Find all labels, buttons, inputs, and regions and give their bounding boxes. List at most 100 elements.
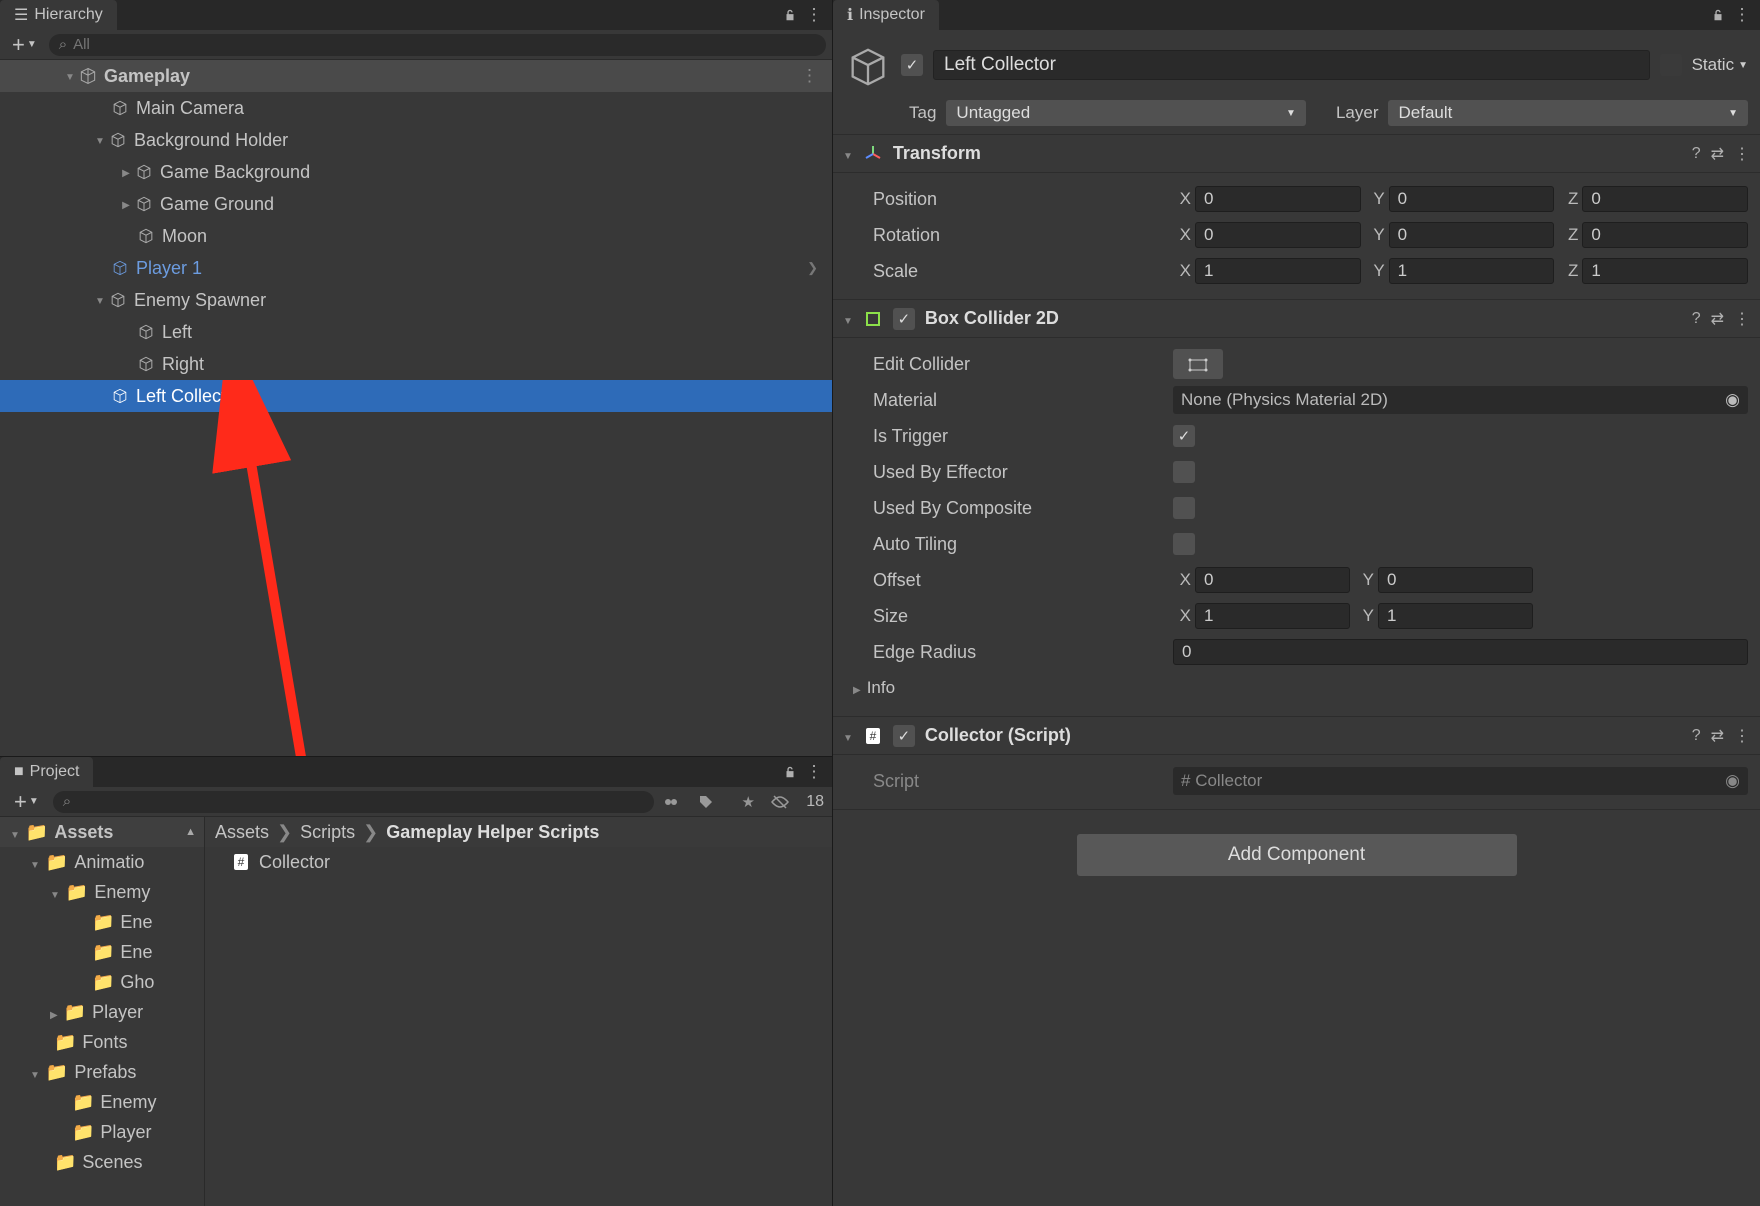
folder-row[interactable]: 📁Fonts <box>0 1027 204 1057</box>
folder-row[interactable]: 📁Player <box>0 1117 204 1147</box>
folder-row[interactable]: 📁Enemy <box>0 1087 204 1117</box>
folder-row[interactable]: 📁Ene <box>0 907 204 937</box>
boxcollider-enabled[interactable]: ✓ <box>893 308 915 330</box>
help-icon[interactable]: ? <box>1692 727 1701 745</box>
foldout-icon[interactable] <box>50 882 60 903</box>
used-by-effector-checkbox[interactable] <box>1173 461 1195 483</box>
foldout-icon[interactable] <box>843 726 853 746</box>
size-x-field[interactable]: 1 <box>1195 603 1350 629</box>
kebab-icon[interactable]: ⋮ <box>1734 309 1750 329</box>
foldout-icon[interactable] <box>30 1062 40 1083</box>
auto-tiling-checkbox[interactable] <box>1173 533 1195 555</box>
label-icon[interactable] <box>698 794 726 810</box>
foldout-icon[interactable] <box>118 197 134 211</box>
static-checkbox[interactable] <box>1660 54 1682 76</box>
kebab-icon[interactable]: ⋮ <box>1734 144 1750 164</box>
unlock-icon[interactable] <box>778 0 802 30</box>
unlock-icon[interactable] <box>1706 0 1730 30</box>
tag-dropdown[interactable]: Untagged▼ <box>946 100 1306 126</box>
scale-x-field[interactable]: 1 <box>1195 258 1361 284</box>
hierarchy-search[interactable]: ⌕ <box>49 34 826 56</box>
foldout-icon[interactable] <box>10 822 20 843</box>
inspector-tab[interactable]: ℹ Inspector <box>833 0 939 30</box>
boxcollider-header[interactable]: ✓ Box Collider 2D ?⇄⋮ <box>833 300 1760 338</box>
is-trigger-checkbox[interactable]: ✓ <box>1173 425 1195 447</box>
scale-z-field[interactable]: 1 <box>1582 258 1748 284</box>
create-button[interactable]: +▼ <box>6 32 43 58</box>
help-icon[interactable]: ? <box>1692 310 1701 328</box>
tree-item-ground[interactable]: Game Ground <box>0 188 832 220</box>
pos-x-field[interactable]: 0 <box>1195 186 1361 212</box>
folder-row[interactable]: 📁Player <box>0 997 204 1027</box>
tree-item-camera[interactable]: Main Camera <box>0 92 832 124</box>
layer-dropdown[interactable]: Default▼ <box>1388 100 1748 126</box>
add-component-button[interactable]: Add Component <box>1077 834 1517 876</box>
used-by-composite-checkbox[interactable] <box>1173 497 1195 519</box>
tree-item-player[interactable]: Player 1 ❯ <box>0 252 832 284</box>
rot-x-field[interactable]: 0 <box>1195 222 1361 248</box>
folder-row[interactable]: 📁Scenes <box>0 1147 204 1177</box>
foldout-icon[interactable] <box>118 165 134 179</box>
tree-item-spawner[interactable]: Enemy Spawner <box>0 284 832 316</box>
kebab-icon[interactable]: ⋮ <box>1734 726 1750 746</box>
tree-item-bgholder[interactable]: Background Holder <box>0 124 832 156</box>
collector-header[interactable]: # ✓ Collector (Script) ?⇄⋮ <box>833 717 1760 755</box>
foldout-icon[interactable] <box>50 1002 58 1023</box>
folder-row[interactable]: 📁Ene <box>0 937 204 967</box>
rot-z-field[interactable]: 0 <box>1582 222 1748 248</box>
pos-z-field[interactable]: 0 <box>1582 186 1748 212</box>
chevron-down-icon[interactable]: ▼ <box>1738 60 1748 71</box>
edit-collider-button[interactable] <box>1173 349 1223 379</box>
offset-x-field[interactable]: 0 <box>1195 567 1350 593</box>
kebab-icon[interactable]: ⋮ <box>801 66 818 86</box>
hidden-icon[interactable] <box>770 794 798 810</box>
kebab-icon[interactable]: ⋮ <box>1730 0 1754 30</box>
folder-row[interactable]: 📁Enemy <box>0 877 204 907</box>
star-icon[interactable]: ★ <box>734 793 762 811</box>
object-picker-icon[interactable]: ◉ <box>1725 390 1740 410</box>
preset-icon[interactable]: ⇄ <box>1711 726 1724 746</box>
pos-y-field[interactable]: 0 <box>1389 186 1555 212</box>
size-y-field[interactable]: 1 <box>1378 603 1533 629</box>
scale-y-field[interactable]: 1 <box>1389 258 1555 284</box>
tree-item-leftcollector[interactable]: Left Collector <box>0 380 832 412</box>
help-icon[interactable]: ? <box>1692 145 1701 163</box>
project-search[interactable]: ⌕ <box>53 791 654 813</box>
rot-y-field[interactable]: 0 <box>1389 222 1555 248</box>
unlock-icon[interactable] <box>778 757 802 787</box>
hierarchy-tab[interactable]: ☰ Hierarchy <box>0 0 117 30</box>
scene-row[interactable]: Gameplay ⋮ <box>0 60 832 92</box>
folder-row[interactable]: 📁Animatio <box>0 847 204 877</box>
asset-item-collector[interactable]: # Collector <box>205 847 832 877</box>
project-tab[interactable]: ■ Project <box>0 757 93 787</box>
info-row[interactable]: Info <box>873 670 1748 706</box>
folder-row[interactable]: 📁Gho <box>0 967 204 997</box>
foldout-icon[interactable] <box>92 293 108 307</box>
offset-y-field[interactable]: 0 <box>1378 567 1533 593</box>
edge-radius-field[interactable]: 0 <box>1173 639 1748 665</box>
folder-row[interactable]: 📁Prefabs <box>0 1057 204 1087</box>
foldout-icon[interactable] <box>843 309 853 329</box>
foldout-icon[interactable] <box>843 144 853 164</box>
filter-icon[interactable] <box>662 793 690 811</box>
assets-root[interactable]: 📁Assets▲ <box>0 817 204 847</box>
hierarchy-search-input[interactable] <box>73 36 816 53</box>
material-field[interactable]: None (Physics Material 2D)◉ <box>1173 386 1748 414</box>
project-search-input[interactable] <box>77 793 644 810</box>
preset-icon[interactable]: ⇄ <box>1711 309 1724 329</box>
foldout-icon[interactable] <box>92 133 108 147</box>
tree-item-moon[interactable]: Moon <box>0 220 832 252</box>
object-name-field[interactable]: Left Collector <box>933 50 1650 80</box>
crumb[interactable]: Scripts <box>300 822 355 843</box>
script-enabled[interactable]: ✓ <box>893 725 915 747</box>
kebab-icon[interactable]: ⋮ <box>802 0 826 30</box>
preset-icon[interactable]: ⇄ <box>1711 144 1724 164</box>
enabled-checkbox[interactable]: ✓ <box>901 54 923 76</box>
foldout-icon[interactable] <box>62 69 78 83</box>
tree-item-bg[interactable]: Game Background <box>0 156 832 188</box>
foldout-icon[interactable] <box>853 678 861 698</box>
crumb[interactable]: Assets <box>215 822 269 843</box>
tree-item-left[interactable]: Left <box>0 316 832 348</box>
foldout-icon[interactable] <box>30 852 40 873</box>
project-create-button[interactable]: +▼ <box>8 789 45 815</box>
